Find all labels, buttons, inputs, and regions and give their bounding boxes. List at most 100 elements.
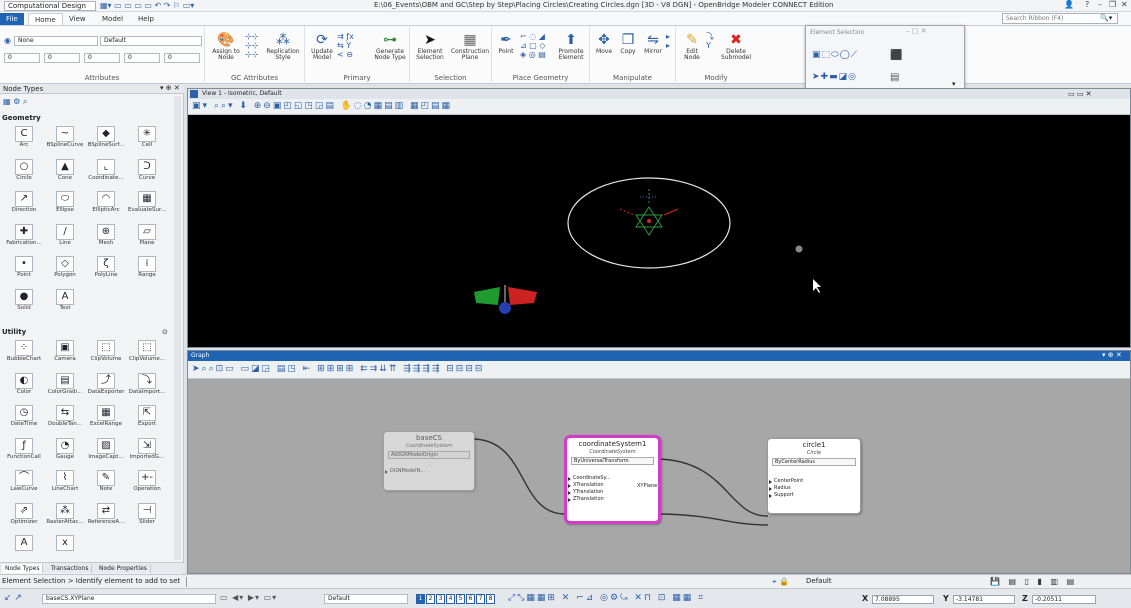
node-type-ellipse[interactable]: ⬭ Ellipse bbox=[45, 189, 85, 221]
node-type-ellipticarc[interactable]: ◠ EllipticArc bbox=[86, 189, 126, 221]
minimize-icon[interactable]: – bbox=[1098, 0, 1102, 9]
node-type-polyline[interactable]: ζ PolyLine bbox=[86, 254, 126, 286]
panel-controls[interactable]: ▾ ⊕ ✕ bbox=[160, 84, 180, 92]
user-icon[interactable]: 👤 bbox=[1064, 0, 1074, 9]
node-type-circle[interactable]: ○ Circle bbox=[4, 157, 44, 189]
tab-help[interactable]: Help bbox=[132, 13, 160, 25]
view-group-select[interactable]: Default bbox=[324, 594, 408, 604]
node-type-slider[interactable]: ⊣ Slider bbox=[127, 501, 167, 533]
view-button-7[interactable]: 7 bbox=[476, 594, 485, 604]
node-type-text[interactable]: A Text bbox=[45, 287, 85, 319]
node-type-clipvolume[interactable]: ⬚ ClipVolume... bbox=[127, 338, 167, 370]
delete-submodel-button[interactable]: ✖ Delete Submodel bbox=[718, 32, 754, 61]
graph-tools-icons[interactable]: ➤⌕⌕⊡▭ ▭◪◲ ▤◳ ⇤ ⊞⊞⊞⊞ ⇇⇉⇊⇈ ⇶⇶⇶⇶ ⊟⊟⊟⊟ bbox=[192, 364, 484, 374]
priority-select[interactable]: 0 bbox=[164, 53, 200, 63]
node-type-clipvolume[interactable]: ⬚ ClipVolume bbox=[86, 338, 126, 370]
primary-tools-icon[interactable]: ⇉ ƒx ⇆ Y < ⊖ bbox=[337, 32, 354, 59]
view-button-4[interactable]: 4 bbox=[446, 594, 455, 604]
tab-view[interactable]: View bbox=[63, 13, 92, 25]
construction-plane-button[interactable]: ▦ Construction Plane bbox=[450, 32, 490, 61]
node-type-optimizer[interactable]: ⇗ Optimizer bbox=[4, 501, 44, 533]
update-model-button[interactable]: ⟳ Update Model bbox=[307, 32, 337, 61]
node-type-evaluatesur[interactable]: ▦ EvaluateSur... bbox=[127, 189, 167, 221]
z-coord-field[interactable]: -0.20511 bbox=[1032, 595, 1096, 604]
assign-to-node-button[interactable]: 🎨 Assign to Node bbox=[209, 32, 243, 61]
tab-home[interactable]: Home bbox=[28, 13, 63, 25]
restore-icon[interactable]: ❐ bbox=[1109, 0, 1116, 9]
manipulate-more-icon[interactable]: ▸ ▸ bbox=[666, 32, 670, 50]
y-coord-field[interactable]: -3.14781 bbox=[953, 595, 1015, 604]
tab-node-types[interactable]: Node Types bbox=[2, 564, 44, 573]
graph-node-coordinatesystem1[interactable]: coordinateSystem1 CoordinateSystem ByUni… bbox=[564, 435, 661, 524]
file-tab[interactable]: File bbox=[0, 13, 24, 25]
panel-view-icons[interactable]: ▦ ⚙ ⌕ bbox=[3, 97, 27, 107]
node-type-gauge[interactable]: ◔ Gauge bbox=[45, 436, 85, 468]
quick-access-toolbar[interactable]: ▦▾ ▭ ▭ ▭ ▭ ↶ ↷ ⚐ ▭▾ bbox=[100, 1, 194, 10]
node-type-lawcurve[interactable]: ⌒ LawCurve bbox=[4, 468, 44, 500]
node-type-imagecapt[interactable]: ▨ ImageCapt... bbox=[86, 436, 126, 468]
node-type-bsplinesurf[interactable]: ◆ BSplineSurf... bbox=[86, 124, 126, 156]
node-type-bsplinecurve[interactable]: ~ BSplineCurve bbox=[45, 124, 85, 156]
history-icons[interactable]: ▭ ◀▾ ▶▾ ▭▾ bbox=[220, 593, 277, 602]
expand-icon[interactable]: ▾ bbox=[952, 80, 956, 88]
node-type-note[interactable]: ✎ Note bbox=[86, 468, 126, 500]
selection-mode-icons[interactable]: ▣⬚⬭◯⟋ bbox=[812, 50, 858, 60]
lock-icon[interactable]: ⌖ 🔒 bbox=[772, 575, 789, 588]
node-type-solid[interactable]: ● Solid bbox=[4, 287, 44, 319]
node-type-plane[interactable]: ▱ Plane bbox=[127, 222, 167, 254]
color-select[interactable]: 0 bbox=[4, 53, 40, 63]
node-type-arc[interactable]: C Arc bbox=[4, 124, 44, 156]
node-type-export[interactable]: ⇱ Export bbox=[127, 403, 167, 435]
search-icon[interactable]: 🔍▾ bbox=[1100, 14, 1112, 22]
node-type-item-24[interactable]: A bbox=[4, 533, 44, 565]
node-type-referencea[interactable]: ⇄ ReferenceA... bbox=[86, 501, 126, 533]
help-icon[interactable]: ? bbox=[1085, 0, 1089, 9]
graph-window-controls[interactable]: ▾ ⊕ ✕ bbox=[1102, 351, 1122, 359]
view-tools-icons[interactable]: ▣▾ ⌕⌕▾ ⬇ ⊕⊖▣◰◱◳◲▤ ✋◌◔▦▤▥ ▦◰▤▦ bbox=[192, 101, 452, 111]
node-type-polygon[interactable]: ◇ Polygon bbox=[45, 254, 85, 286]
tab-transactions[interactable]: Transactions bbox=[48, 564, 93, 573]
workflow-select[interactable]: Computational Design bbox=[4, 1, 96, 11]
move-button[interactable]: ✥ Move bbox=[592, 32, 616, 55]
view-window[interactable]: View 1 - Isometric, Default ▭ ▭ ✕ ▣▾ ⌕⌕▾… bbox=[187, 88, 1131, 348]
node-type-excelrange[interactable]: ▦ ExcelRange bbox=[86, 403, 126, 435]
node-type-dataexporter[interactable]: ⤴ DataExporter bbox=[86, 371, 126, 403]
geometry-tools-icon[interactable]: ⌐ ◌ ◢ ⊿ ▢ ◇ ◈ ◎ ▤ bbox=[520, 32, 546, 59]
view-button-3[interactable]: 3 bbox=[436, 594, 445, 604]
node-type-dataimport[interactable]: ⤵ DataImport... bbox=[127, 371, 167, 403]
status-icons[interactable]: 💾 ▤ ▯ ▮ ▥ ▤ bbox=[990, 575, 1077, 588]
linestyle-select[interactable]: 0 bbox=[84, 53, 120, 63]
node-type-color[interactable]: ◐ Color bbox=[4, 371, 44, 403]
replication-style-button[interactable]: ⁂ Replication Style bbox=[263, 32, 303, 61]
view-button-5[interactable]: 5 bbox=[456, 594, 465, 604]
xyplane-output-port[interactable]: XYPlane bbox=[637, 483, 657, 489]
tab-model[interactable]: Model bbox=[96, 13, 129, 25]
copy-button[interactable]: ❐ Copy bbox=[616, 32, 640, 55]
clear-selection-icon[interactable]: ⬛ bbox=[890, 50, 902, 61]
node-type-cell[interactable]: ✳ Cell bbox=[127, 124, 167, 156]
node-type-camera[interactable]: ▣ Camera bbox=[45, 338, 85, 370]
active-level[interactable]: Default bbox=[806, 575, 832, 588]
graph-node-basecs[interactable]: baseCS CoordinateSystem AtDGNModelOrigin… bbox=[383, 431, 475, 491]
promote-element-button[interactable]: ⬆ Promote Element bbox=[554, 32, 588, 61]
element-selection-button[interactable]: ➤ Element Selection bbox=[412, 32, 448, 61]
node-type-line[interactable]: / Line bbox=[45, 222, 85, 254]
node-type-point[interactable]: • Point bbox=[4, 254, 44, 286]
node-type-importedg[interactable]: ⇲ ImportedG... bbox=[127, 436, 167, 468]
view-window-controls[interactable]: ▭ ▭ ✕ bbox=[1068, 90, 1092, 98]
selection-method-icons[interactable]: ➤✚▬◪◎ bbox=[812, 72, 857, 82]
node-type-colorgradi[interactable]: ▤ ColorGradi... bbox=[45, 371, 85, 403]
point-marker[interactable] bbox=[795, 245, 803, 253]
weight-select[interactable]: 0 bbox=[44, 53, 80, 63]
node-type-coordinate[interactable]: ⌞ Coordinate... bbox=[86, 157, 126, 189]
selected-element-field[interactable]: baseCS.XYPlane bbox=[42, 594, 216, 604]
graph-window[interactable]: Graph ▾ ⊕ ✕ ➤⌕⌕⊡▭ ▭◪◲ ▤◳ ⇤ ⊞⊞⊞⊞ ⇇⇉⇊⇈ ⇶⇶⇶… bbox=[187, 350, 1131, 574]
node-type-cone[interactable]: ▲ Cone bbox=[45, 157, 85, 189]
view-button-1[interactable]: 1 bbox=[416, 594, 425, 604]
node-type-functioncall[interactable]: ƒ FunctionCall bbox=[4, 436, 44, 468]
tab-node-properties[interactable]: Node Properties bbox=[96, 564, 151, 573]
style-select[interactable]: Default bbox=[100, 36, 202, 46]
node-type-bubblechart[interactable]: ⁘ BubbleChart bbox=[4, 338, 44, 370]
node-type-datetime[interactable]: ◷ DateTime bbox=[4, 403, 44, 435]
view-button-2[interactable]: 2 bbox=[426, 594, 435, 604]
